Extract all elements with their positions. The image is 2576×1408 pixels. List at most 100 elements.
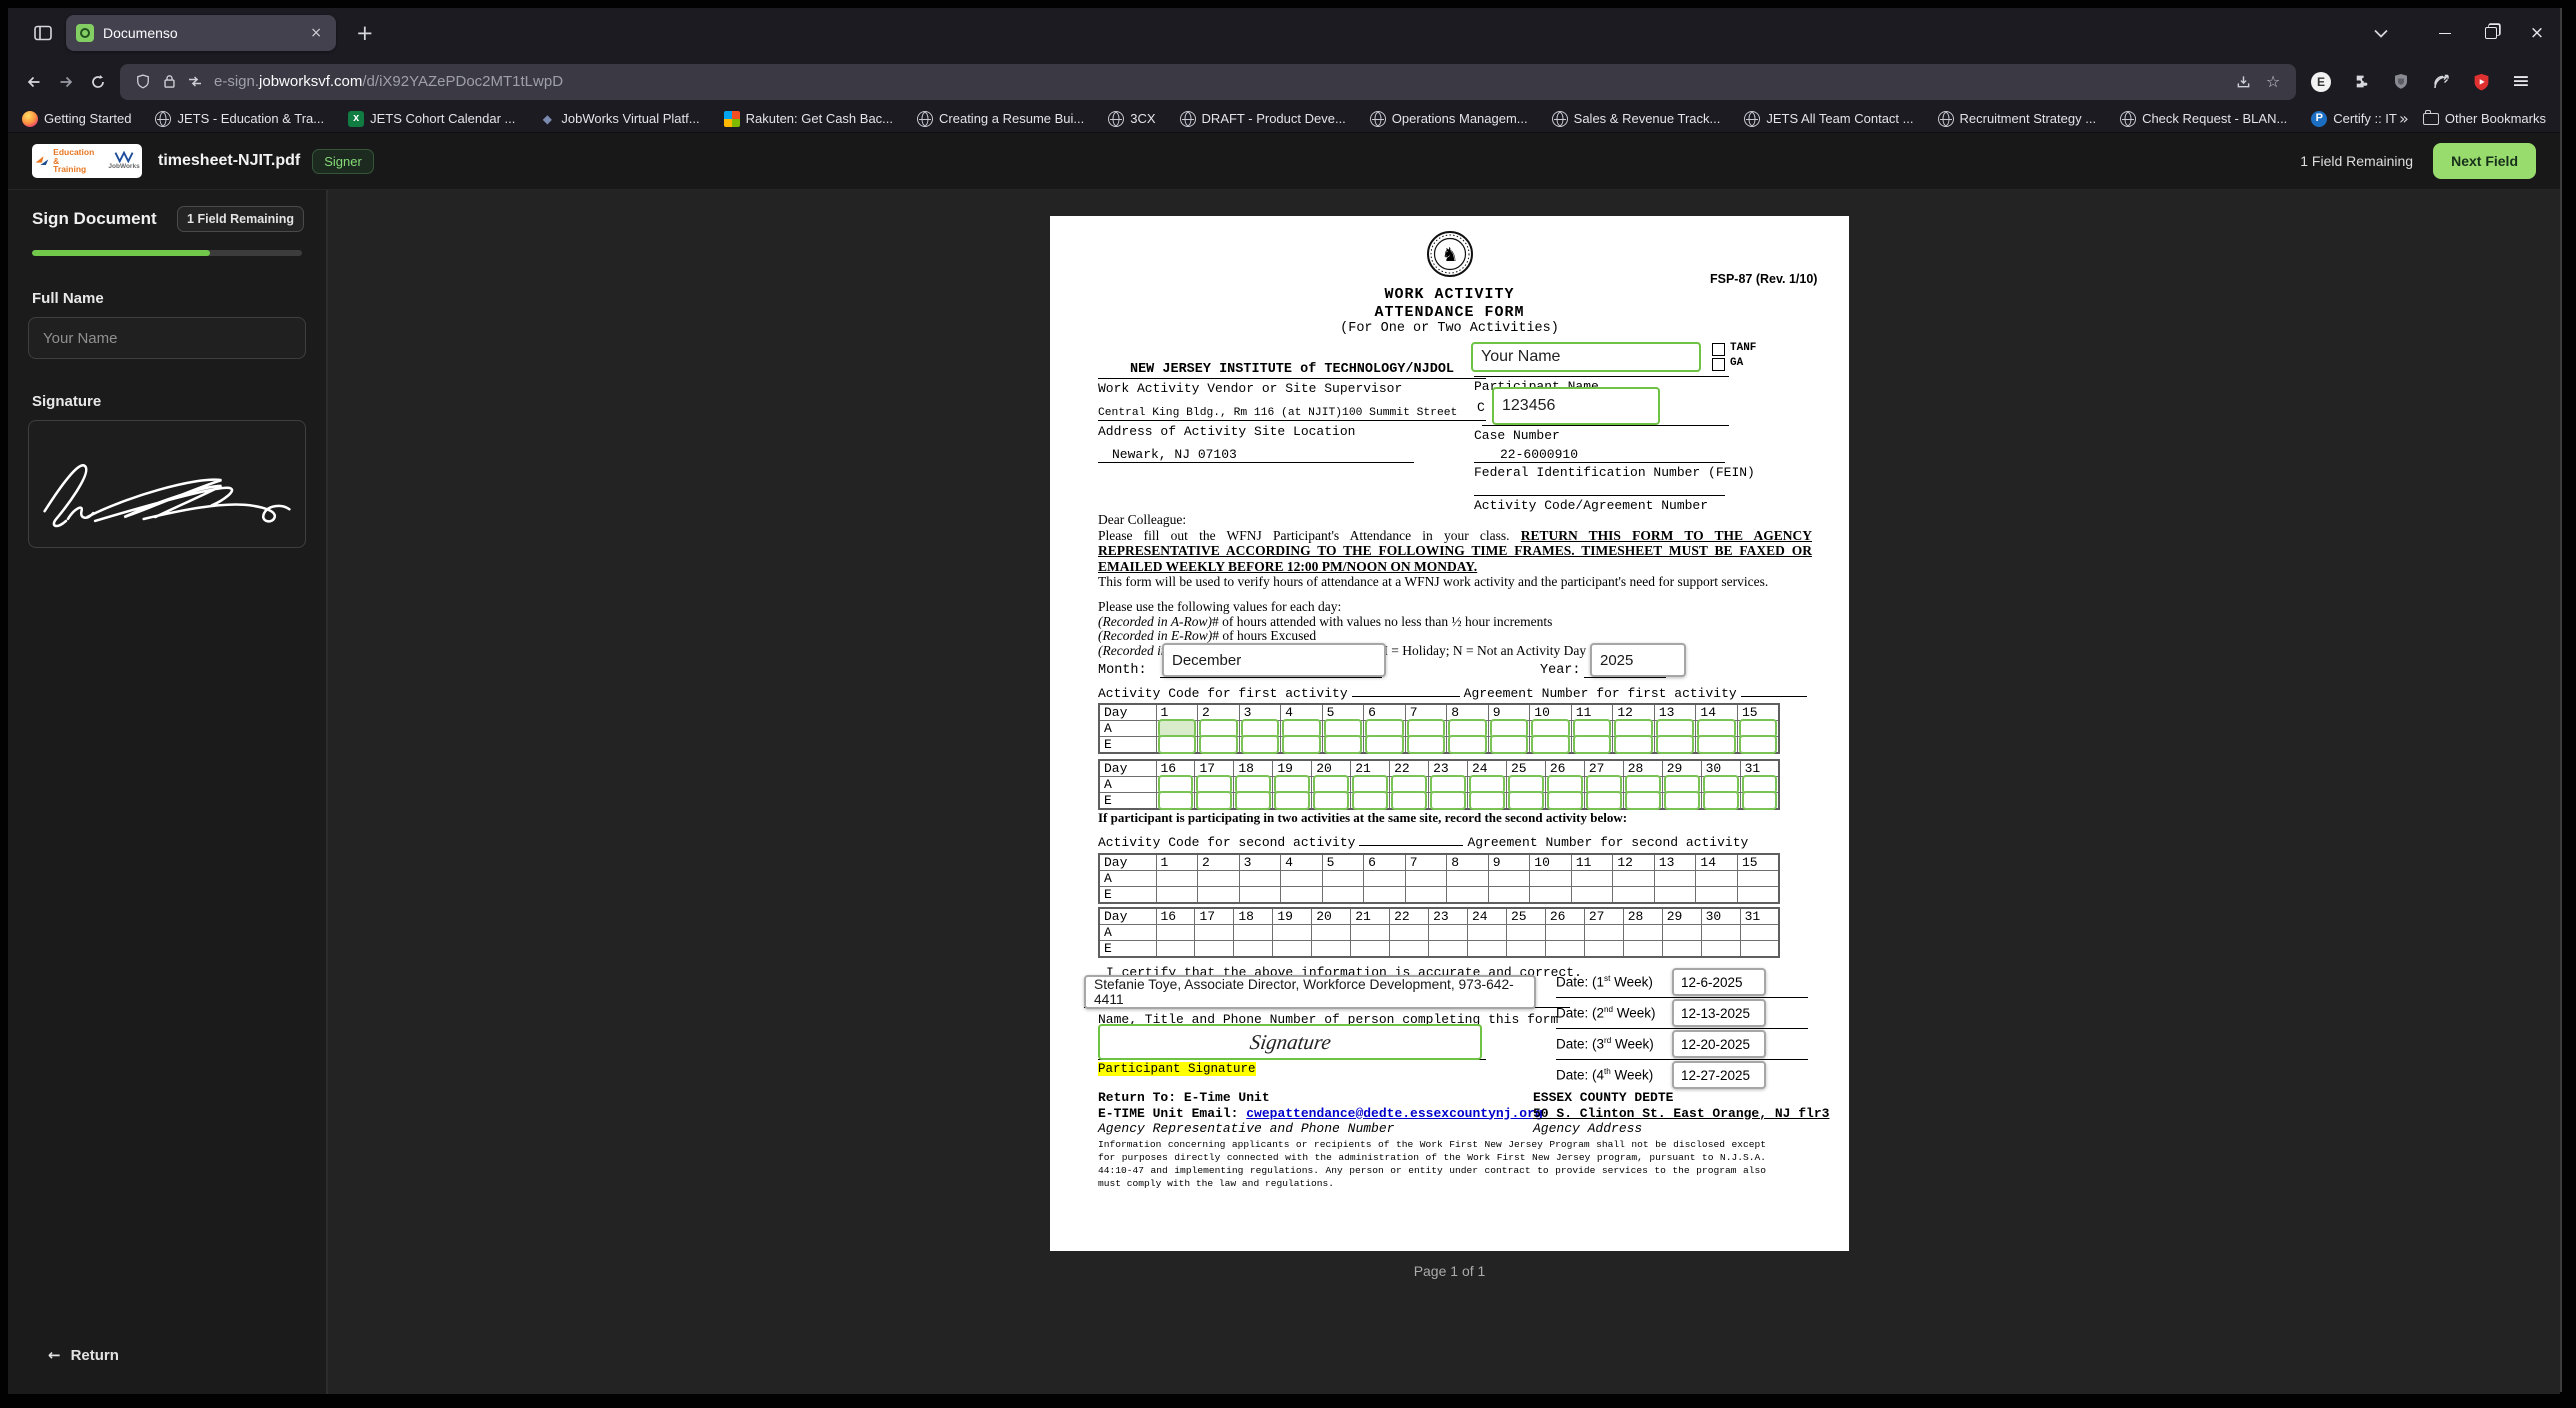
signature-pad[interactable] [28, 420, 306, 548]
day-number-cell: 7 [1404, 853, 1448, 871]
browser-tab-documenso[interactable]: Documenso × [66, 15, 336, 51]
year-field[interactable]: 2025 [1590, 643, 1686, 677]
bookmark-item[interactable]: Operations Managem... [1369, 110, 1528, 127]
firefox-view-icon[interactable] [26, 19, 60, 47]
forward-icon[interactable] [50, 66, 82, 98]
attendance-field[interactable] [1697, 735, 1736, 754]
bookmarks-overflow-icon[interactable]: » [2399, 109, 2409, 128]
bookmark-star-icon[interactable]: ☆ [2260, 72, 2286, 91]
participant-signature-field[interactable]: Signature [1098, 1024, 1482, 1060]
bookmark-item[interactable]: ◆ JobWorks Virtual Platf... [539, 111, 700, 127]
attendance-cell [1739, 940, 1780, 958]
full-name-input[interactable]: Your Name [28, 317, 306, 359]
attendance-field[interactable] [1313, 791, 1350, 810]
case-number-field[interactable]: 123456 [1492, 387, 1660, 425]
attendance-cell [1739, 924, 1780, 941]
attendance-field[interactable] [1655, 735, 1695, 754]
attendance-field[interactable] [1507, 791, 1544, 810]
attendance-field[interactable] [1430, 791, 1466, 810]
attendance-field[interactable] [1240, 735, 1280, 754]
bookmark-item[interactable]: x JETS Cohort Calendar ... [348, 110, 515, 127]
day-number-cell: 9 [1487, 853, 1531, 871]
attendance-field[interactable] [1406, 735, 1446, 754]
bookmark-item[interactable]: Getting Started [22, 110, 131, 127]
permissions-icon[interactable] [182, 75, 208, 88]
adblock-play-icon[interactable] [2466, 67, 2496, 97]
day-number-cell: 4 [1280, 853, 1323, 871]
bookmark-item[interactable]: JETS - Education & Tra... [155, 110, 324, 127]
attendance-field[interactable] [1157, 791, 1194, 810]
attendance-cell [1155, 735, 1199, 754]
lock-icon[interactable] [156, 74, 182, 89]
attendance-field[interactable] [1365, 735, 1404, 754]
extensions-puzzle-icon[interactable] [2346, 67, 2376, 97]
tab-close-icon[interactable]: × [306, 23, 326, 43]
attendance-field[interactable] [1352, 791, 1389, 810]
bookmark-item[interactable]: JETS All Team Contact ... [1744, 110, 1914, 127]
bookmark-item[interactable]: DRAFT - Product Deve... [1179, 110, 1346, 127]
date-field[interactable]: 12-20-2025 [1672, 1030, 1766, 1058]
participant-name-field[interactable]: Your Name [1471, 342, 1701, 372]
return-button[interactable]: ← Return [48, 1346, 119, 1364]
attendance-field[interactable] [1391, 791, 1428, 810]
window-close-button[interactable]: × [2514, 8, 2560, 58]
menu-hamburger-icon[interactable]: ≡ [2506, 67, 2536, 97]
bookmark-item[interactable]: P Certify :: IT Specialist C... [2311, 110, 2399, 127]
attendance-field[interactable] [1738, 735, 1777, 754]
attendance-field[interactable] [1196, 791, 1233, 810]
bookmark-item[interactable]: Recruitment Strategy ... [1937, 110, 2096, 127]
attendance-field[interactable] [1663, 791, 1700, 810]
row-label: A [1098, 870, 1157, 887]
attendance-field[interactable] [1624, 791, 1661, 810]
ga-checkbox[interactable] [1712, 358, 1725, 376]
attendance-cell [1653, 870, 1697, 887]
tracking-protection-shield-icon[interactable] [130, 74, 156, 89]
attendance-field[interactable] [1546, 791, 1583, 810]
agreement-number-label: Activity Code/Agreement Number [1474, 498, 1709, 513]
attendance-field[interactable] [1585, 791, 1622, 810]
extension-e-icon[interactable]: E [2306, 67, 2336, 97]
list-all-tabs-icon[interactable] [2374, 29, 2388, 38]
attendance-field[interactable] [1282, 735, 1321, 754]
reload-icon[interactable] [82, 66, 114, 98]
attendance-cell [1695, 886, 1738, 904]
date-field[interactable]: 12-13-2025 [1672, 999, 1766, 1027]
attendance-field[interactable] [1469, 791, 1505, 810]
bookmark-item[interactable]: 3CX [1108, 110, 1156, 127]
attendance-field[interactable] [1235, 791, 1272, 810]
completer-field[interactable]: Stefanie Toye, Associate Director, Workf… [1084, 975, 1536, 1009]
attendance-cell [1700, 791, 1741, 810]
bookmark-item[interactable]: Check Request - BLAN... [2120, 110, 2287, 127]
other-bookmarks[interactable]: Other Bookmarks [2422, 109, 2546, 126]
url-bar[interactable]: e-sign.jobworksvf.com/d/iX92YAZePDoc2MT1… [120, 63, 2296, 100]
day-header-cell: Day [1098, 907, 1157, 925]
attendance-field[interactable] [1199, 735, 1238, 754]
day-number-cell: 19 [1272, 907, 1313, 925]
attendance-cell [1612, 886, 1655, 904]
attendance-field[interactable] [1572, 735, 1612, 754]
new-tab-button[interactable]: + [348, 22, 382, 44]
ublock-shield-icon[interactable] [2386, 67, 2416, 97]
bookmark-item[interactable]: Rakuten: Get Cash Bac... [723, 110, 893, 127]
attendance-field[interactable] [1741, 791, 1777, 810]
window-restore-button[interactable] [2468, 8, 2514, 58]
back-icon[interactable] [18, 66, 50, 98]
date-field[interactable]: 12-6-2025 [1672, 968, 1766, 996]
attendance-field[interactable] [1702, 791, 1739, 810]
attendance-field[interactable] [1531, 735, 1570, 754]
bookmark-item[interactable]: Creating a Resume Bui... [917, 110, 1084, 127]
attendance-field[interactable] [1614, 735, 1653, 754]
attendance-field[interactable] [1274, 791, 1311, 810]
month-field[interactable]: December [1162, 643, 1386, 677]
window-minimize-button[interactable] [2422, 8, 2468, 58]
next-field-button[interactable]: Next Field [2433, 143, 2536, 179]
signal-broadcast-icon[interactable] [2426, 67, 2456, 97]
save-page-icon[interactable] [2230, 74, 2256, 89]
attendance-field[interactable] [1489, 735, 1529, 754]
attendance-field[interactable] [1157, 735, 1197, 754]
etime-email-link[interactable]: cwepattendance@dedte.essexcountynj.org [1246, 1106, 1542, 1121]
date-field[interactable]: 12-27-2025 [1672, 1061, 1766, 1089]
bookmark-item[interactable]: Sales & Revenue Track... [1551, 110, 1720, 127]
attendance-field[interactable] [1448, 735, 1487, 754]
attendance-field[interactable] [1323, 735, 1363, 754]
